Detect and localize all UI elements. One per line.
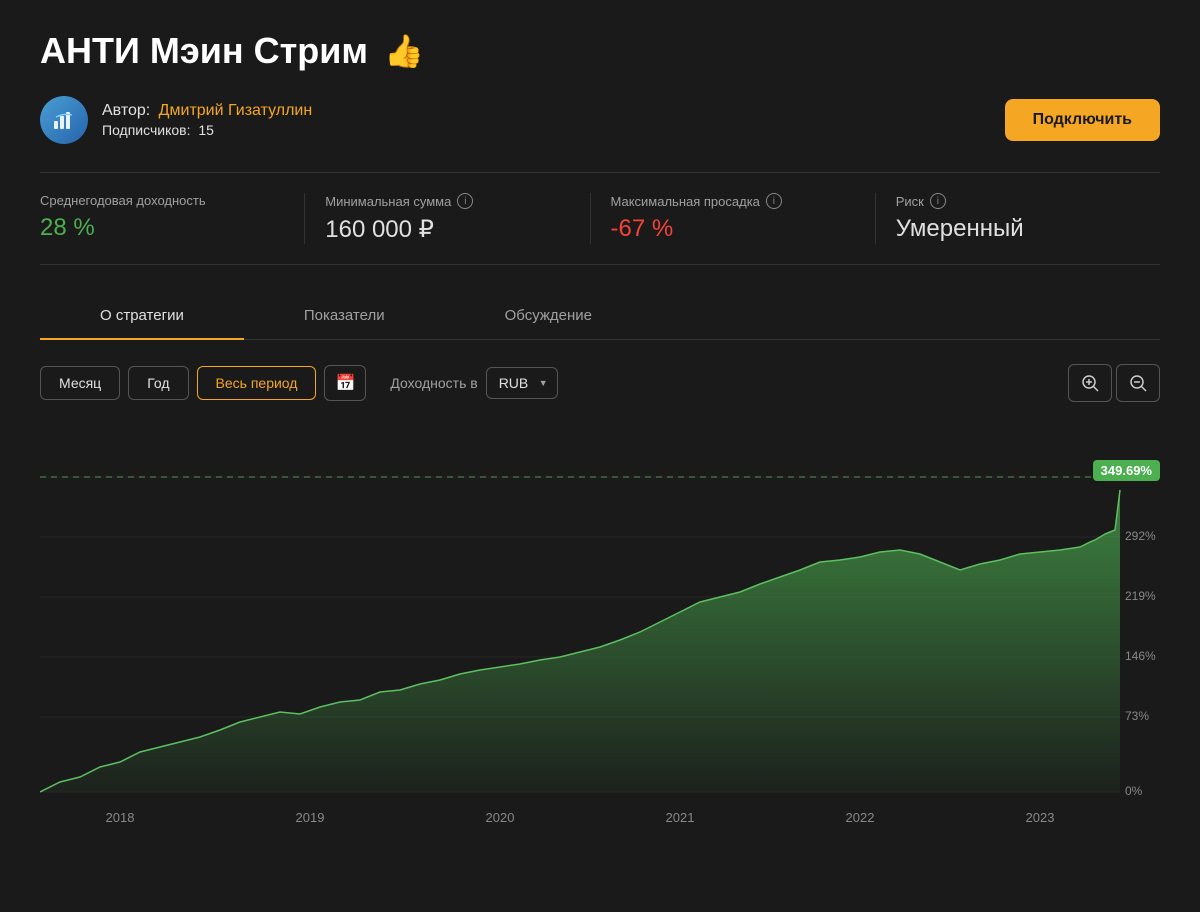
svg-text:2020: 2020 <box>486 810 515 825</box>
chart-container: 364.57% 292% 219% 146% 73% 0% 2018 2019 … <box>40 422 1160 842</box>
strategy-title: АНТИ Мэин Стрим <box>40 30 368 72</box>
svg-text:2022: 2022 <box>846 810 875 825</box>
chart-current-badge: 349.69% <box>1093 460 1160 481</box>
svg-text:73%: 73% <box>1125 709 1149 723</box>
author-name[interactable]: Дмитрий Гизатуллин <box>159 102 313 119</box>
stat-min-sum: Минимальная сумма i 160 000 ₽ <box>305 193 590 244</box>
svg-text:219%: 219% <box>1125 589 1156 603</box>
drawdown-info-icon[interactable]: i <box>766 193 782 209</box>
period-year-button[interactable]: Год <box>128 366 188 400</box>
svg-text:146%: 146% <box>1125 649 1156 663</box>
currency-label: Доходность в <box>390 375 477 391</box>
zoom-in-button[interactable] <box>1068 364 1112 402</box>
avatar <box>40 96 88 144</box>
stat-drawdown-value: -67 % <box>611 215 855 243</box>
page-container: АНТИ Мэин Стрим 👍 Автор: Дмитрий Гизатул… <box>0 0 1200 872</box>
stat-risk-value: Умеренный <box>896 215 1140 243</box>
stat-max-drawdown: Максимальная просадка i -67 % <box>591 193 876 244</box>
currency-select[interactable]: RUB USD EUR <box>486 367 558 399</box>
chart-svg: 364.57% 292% 219% 146% 73% 0% 2018 2019 … <box>40 422 1160 842</box>
zoom-out-button[interactable] <box>1116 364 1160 402</box>
stat-drawdown-label: Максимальная просадка i <box>611 193 855 209</box>
period-all-button[interactable]: Весь период <box>197 366 317 400</box>
zoom-buttons <box>1068 364 1160 402</box>
min-sum-info-icon[interactable]: i <box>457 193 473 209</box>
tab-discussion[interactable]: Обсуждение <box>445 293 652 340</box>
author-label-row: Автор: Дмитрий Гизатуллин <box>102 102 312 120</box>
tab-strategy[interactable]: О стратегии <box>40 293 244 340</box>
author-text: Автор: Дмитрий Гизатуллин Подписчиков: 1… <box>102 102 312 138</box>
svg-text:2023: 2023 <box>1026 810 1055 825</box>
stat-risk: Риск i Умеренный <box>876 193 1160 244</box>
tab-indicators[interactable]: Показатели <box>244 293 445 340</box>
svg-text:0%: 0% <box>1125 784 1143 798</box>
subs-row: Подписчиков: 15 <box>102 122 312 138</box>
stat-annual-return: Среднегодовая доходность 28 % <box>40 193 305 244</box>
risk-info-icon[interactable]: i <box>930 193 946 209</box>
connect-button[interactable]: Подключить <box>1005 99 1160 141</box>
svg-text:292%: 292% <box>1125 529 1156 543</box>
svg-text:2018: 2018 <box>106 810 135 825</box>
period-month-button[interactable]: Месяц <box>40 366 120 400</box>
page-title-row: АНТИ Мэин Стрим 👍 <box>40 30 1160 72</box>
svg-text:2019: 2019 <box>296 810 325 825</box>
calendar-button[interactable]: 📅 <box>324 365 366 401</box>
stat-min-value: 160 000 ₽ <box>325 215 569 244</box>
author-row: Автор: Дмитрий Гизатуллин Подписчиков: 1… <box>40 96 1160 144</box>
stats-row: Среднегодовая доходность 28 % Минимальна… <box>40 172 1160 265</box>
tabs: О стратегии Показатели Обсуждение <box>40 293 1160 340</box>
author-info: Автор: Дмитрий Гизатуллин Подписчиков: 1… <box>40 96 312 144</box>
subs-count: 15 <box>198 122 214 138</box>
thumb-icon: 👍 <box>384 32 424 70</box>
author-prefix: Автор: <box>102 102 150 119</box>
subs-label: Подписчиков: <box>102 122 190 138</box>
stat-min-label: Минимальная сумма i <box>325 193 569 209</box>
stat-risk-label: Риск i <box>896 193 1140 209</box>
svg-text:2021: 2021 <box>666 810 695 825</box>
stat-annual-value: 28 % <box>40 214 284 242</box>
chart-controls: Месяц Год Весь период 📅 Доходность в RUB… <box>40 364 1160 402</box>
currency-wrapper: RUB USD EUR <box>486 367 558 399</box>
stat-annual-label: Среднегодовая доходность <box>40 193 284 208</box>
